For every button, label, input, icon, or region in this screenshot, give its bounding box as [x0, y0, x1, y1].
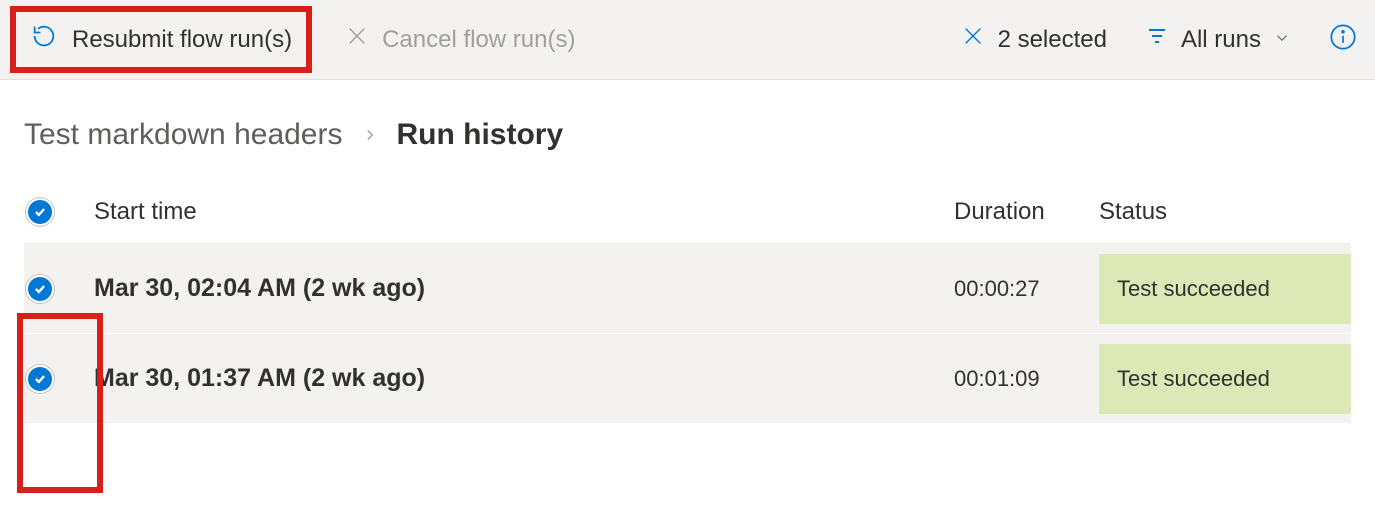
breadcrumb-current: Run history — [397, 118, 564, 152]
cancel-button: Cancel flow run(s) — [332, 15, 589, 64]
select-all-checkbox[interactable] — [24, 198, 94, 226]
filter-dropdown[interactable]: All runs — [1145, 24, 1291, 55]
check-circle-icon — [26, 365, 54, 393]
x-icon — [962, 25, 984, 54]
cell-duration: 00:00:27 — [954, 276, 1099, 302]
cell-start-time: Mar 30, 01:37 AM (2 wk ago) — [94, 364, 954, 393]
info-icon[interactable] — [1329, 23, 1369, 56]
header-start-time[interactable]: Start time — [94, 198, 954, 226]
run-history-table: Start time Duration Status Mar 30, 02:04… — [0, 180, 1375, 424]
selected-count-label: 2 selected — [998, 26, 1107, 54]
table-row[interactable]: Mar 30, 01:37 AM (2 wk ago) 00:01:09 Tes… — [24, 334, 1351, 424]
filter-icon — [1145, 24, 1169, 55]
status-badge: Test succeeded — [1099, 344, 1351, 414]
check-circle-icon — [26, 275, 54, 303]
resubmit-button[interactable]: Resubmit flow run(s) — [10, 6, 312, 73]
resubmit-label: Resubmit flow run(s) — [72, 26, 292, 54]
table-header-row: Start time Duration Status — [24, 180, 1351, 244]
clear-selection-button[interactable]: 2 selected — [962, 25, 1107, 54]
cell-duration: 00:01:09 — [954, 366, 1099, 392]
cancel-label: Cancel flow run(s) — [382, 26, 575, 54]
chevron-down-icon — [1273, 26, 1291, 54]
filter-label: All runs — [1181, 26, 1261, 54]
header-duration[interactable]: Duration — [954, 198, 1099, 226]
check-circle-icon — [26, 198, 54, 226]
table-row[interactable]: Mar 30, 02:04 AM (2 wk ago) 00:00:27 Tes… — [24, 244, 1351, 334]
toolbar: Resubmit flow run(s) Cancel flow run(s) … — [0, 0, 1375, 80]
breadcrumb: Test markdown headers Run history — [0, 80, 1375, 180]
cell-start-time: Mar 30, 02:04 AM (2 wk ago) — [94, 274, 954, 303]
header-status[interactable]: Status — [1099, 198, 1351, 226]
breadcrumb-parent[interactable]: Test markdown headers — [24, 118, 343, 152]
chevron-right-icon — [361, 120, 379, 151]
x-icon — [346, 25, 368, 54]
refresh-icon — [30, 22, 58, 57]
row-checkbox[interactable] — [24, 365, 94, 393]
row-checkbox[interactable] — [24, 275, 94, 303]
status-badge: Test succeeded — [1099, 254, 1351, 324]
